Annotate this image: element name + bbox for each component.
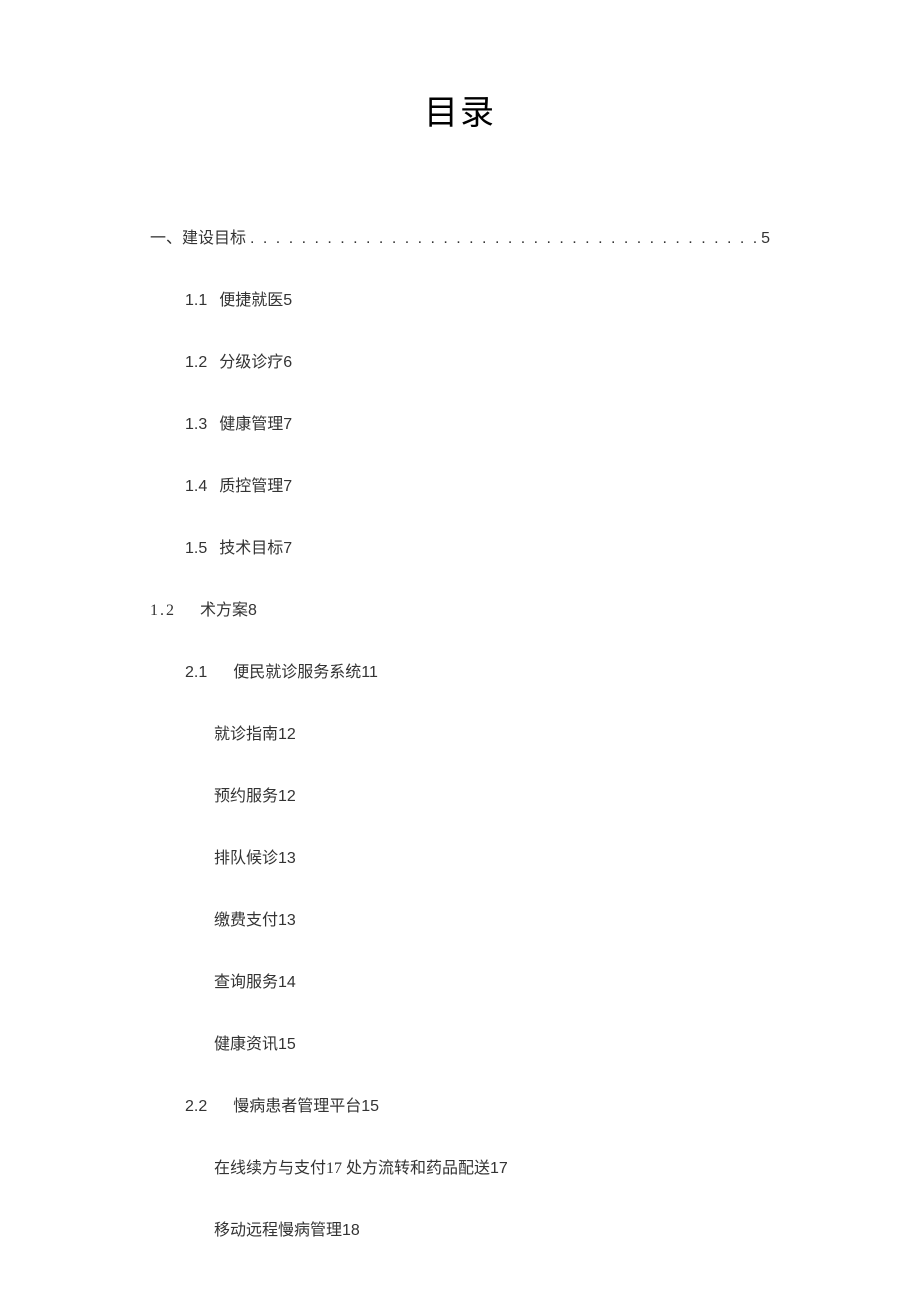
toc-entry-label: 便民就诊服务系统	[233, 664, 361, 681]
toc-entry-page: 17	[490, 1160, 508, 1177]
toc-entry-2-1-5: 查询服务14	[214, 968, 770, 992]
toc-entry-page: 7	[283, 478, 292, 495]
toc-entry-label: 移动远程慢病管理	[214, 1222, 342, 1239]
toc-entry-num: 1.4	[185, 478, 207, 495]
toc-section-2-page: 8	[248, 602, 257, 619]
toc-entry-page: 7	[283, 416, 292, 433]
toc-entry-label: 预约服务	[214, 788, 278, 805]
toc-section-2-num: 1.2	[150, 602, 176, 619]
toc-entry-page: 6	[283, 354, 292, 371]
toc-dots: . . . . . . . . . . . . . . . . . . . . …	[246, 230, 761, 248]
page-title: 目录	[0, 0, 920, 134]
toc-entry-page: 14	[278, 974, 296, 991]
toc-entry-num: 1.3	[185, 416, 207, 433]
toc-entry-2-2-1: 在线续方与支付17 处方流转和药品配送17	[214, 1154, 770, 1178]
toc-section-1-page: 5	[761, 230, 770, 248]
toc-entry-page: 15	[278, 1036, 296, 1053]
toc-entry-label: 在线续方与支付17 处方流转和药品配送	[214, 1160, 490, 1177]
toc-container: 一、建设目标 . . . . . . . . . . . . . . . . .…	[0, 134, 920, 1240]
toc-entry-1-1: 1.1 便捷就医5	[185, 286, 770, 310]
toc-entry-1-2: 1.2 分级诊疗6	[185, 348, 770, 372]
toc-entry-num: 2.1	[185, 664, 207, 681]
toc-entry-1-3: 1.3 健康管理7	[185, 410, 770, 434]
toc-entry-2-1-4: 缴费支付13	[214, 906, 770, 930]
toc-entry-label: 排队候诊	[214, 850, 278, 867]
toc-entry-page: 18	[342, 1222, 360, 1239]
toc-section-2-label: 术方案	[200, 602, 248, 619]
toc-section-1-label: 一、建设目标	[150, 224, 246, 248]
toc-entry-2-2-2: 移动远程慢病管理18	[214, 1216, 770, 1240]
toc-entry-2-2: 2.2 慢病患者管理平台15	[185, 1092, 770, 1116]
toc-entry-page: 12	[278, 726, 296, 743]
toc-entry-2-1-6: 健康资讯15	[214, 1030, 770, 1054]
toc-entry-2-1-3: 排队候诊13	[214, 844, 770, 868]
toc-entry-page: 13	[278, 850, 296, 867]
toc-entry-2-1: 2.1 便民就诊服务系统11	[185, 658, 770, 682]
toc-entry-page: 15	[361, 1098, 379, 1115]
toc-entry-label: 便捷就医	[219, 292, 283, 309]
toc-entry-page: 12	[278, 788, 296, 805]
toc-entry-2-1-2: 预约服务12	[214, 782, 770, 806]
toc-entry-page: 7	[283, 540, 292, 557]
toc-entry-label: 慢病患者管理平台	[233, 1098, 361, 1115]
toc-entry-num: 1.2	[185, 354, 207, 371]
toc-entry-section-2: 1.2 术方案8	[150, 596, 770, 620]
toc-entry-num: 1.1	[185, 292, 207, 309]
toc-entry-label: 质控管理	[219, 478, 283, 495]
toc-entry-section-1: 一、建设目标 . . . . . . . . . . . . . . . . .…	[150, 224, 770, 248]
toc-entry-label: 健康资讯	[214, 1036, 278, 1053]
toc-entry-label: 查询服务	[214, 974, 278, 991]
toc-entry-2-1-1: 就诊指南12	[214, 720, 770, 744]
toc-entry-label: 分级诊疗	[219, 354, 283, 371]
toc-entry-label: 健康管理	[219, 416, 283, 433]
toc-entry-label: 缴费支付	[214, 912, 278, 929]
toc-entry-page: 11	[361, 664, 378, 681]
toc-entry-1-5: 1.5 技术目标7	[185, 534, 770, 558]
toc-entry-label: 技术目标	[219, 540, 283, 557]
toc-entry-num: 1.5	[185, 540, 207, 557]
toc-entry-label: 就诊指南	[214, 726, 278, 743]
toc-entry-page: 5	[283, 292, 292, 309]
toc-entry-num: 2.2	[185, 1098, 207, 1115]
toc-entry-1-4: 1.4 质控管理7	[185, 472, 770, 496]
toc-entry-page: 13	[278, 912, 296, 929]
